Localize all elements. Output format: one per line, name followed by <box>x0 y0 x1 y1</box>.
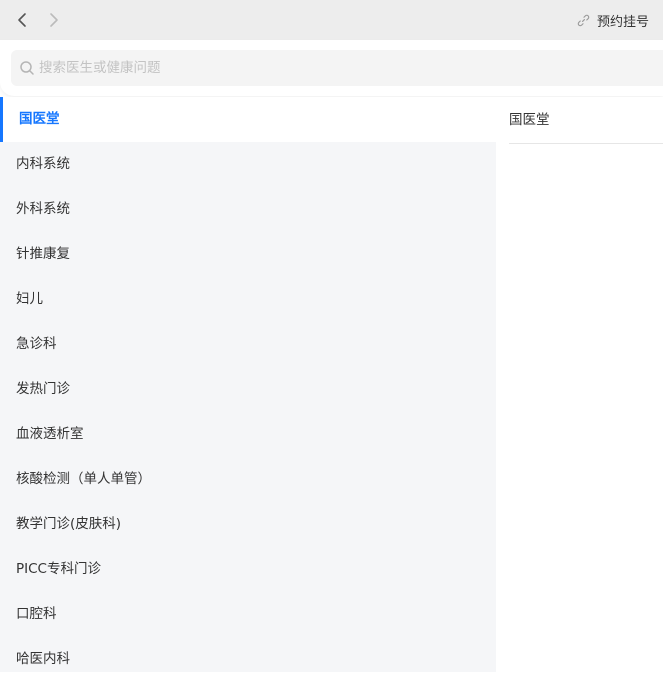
sidebar-item[interactable]: 哈医内科 <box>0 637 496 682</box>
sidebar-item[interactable]: 教学门诊(皮肤科) <box>0 502 496 547</box>
link-icon <box>577 14 590 27</box>
sidebar-item[interactable]: 急诊科 <box>0 322 496 367</box>
sidebar-item[interactable]: PICC专科门诊 <box>0 547 496 592</box>
chevron-left-icon <box>16 12 28 28</box>
search-input[interactable] <box>39 60 599 76</box>
content-header: 国医堂 <box>509 97 663 144</box>
search-bar <box>0 40 663 96</box>
search-icon <box>19 60 35 76</box>
sidebar-item[interactable]: 内科系统 <box>0 142 496 187</box>
sidebar-item[interactable]: 口腔科 <box>0 592 496 637</box>
search-box[interactable] <box>11 50 663 86</box>
sidebar-item[interactable]: 核酸检测（单人单管） <box>0 457 496 502</box>
back-button[interactable] <box>12 10 32 30</box>
sidebar-item[interactable]: 血液透析室 <box>0 412 496 457</box>
sidebar-item[interactable]: 外科系统 <box>0 187 496 232</box>
sidebar-item[interactable]: 针推康复 <box>0 232 496 277</box>
chevron-right-icon <box>48 12 60 28</box>
appointment-link[interactable]: 预约挂号 <box>577 11 649 30</box>
sidebar-item[interactable]: 妇儿 <box>0 277 496 322</box>
top-bar: 预约挂号 <box>0 0 663 40</box>
forward-button[interactable] <box>44 10 64 30</box>
department-content: 国医堂 <box>496 97 663 672</box>
sidebar-item[interactable]: 国医堂 <box>0 97 496 142</box>
appointment-label: 预约挂号 <box>596 14 649 30</box>
department-sidebar: 国医堂 内科系统 外科系统 针推康复 妇儿 急诊科 发热门诊 血液透析室 核酸检测（单人单管）教… <box>0 97 496 672</box>
sidebar-item[interactable]: 发热门诊 <box>0 367 496 412</box>
